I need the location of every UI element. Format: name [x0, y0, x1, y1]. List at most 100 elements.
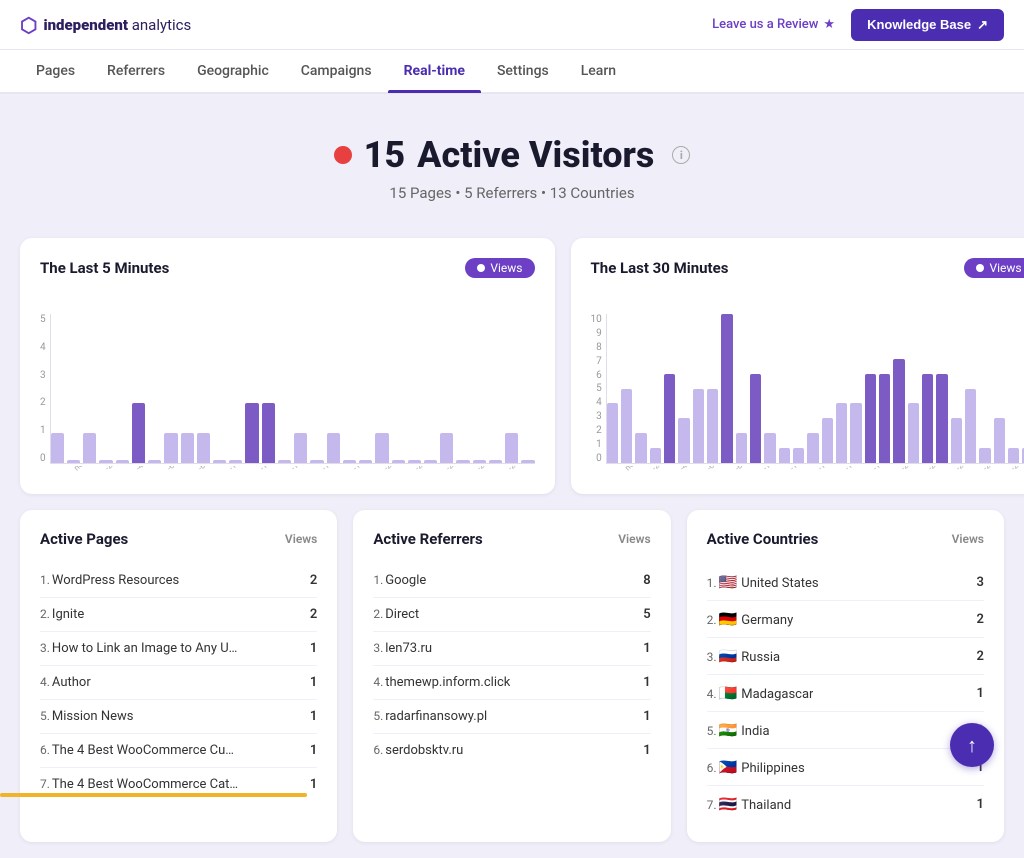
- bar: [822, 418, 833, 463]
- bar: [505, 433, 518, 463]
- active-countries-views-label: Views: [952, 532, 984, 546]
- nav-item-settings[interactable]: Settings: [481, 49, 565, 93]
- list-item-name: 3.🇷🇺Russia: [707, 647, 780, 665]
- list-item: 2.Ignite2: [40, 598, 317, 632]
- x-label: -16 min: [843, 466, 867, 472]
- list-item-name: 2.Direct: [373, 607, 419, 622]
- header: ⬡ independent analytics Leave us a Revie…: [0, 0, 1024, 50]
- bar: [51, 433, 64, 463]
- bar: [197, 433, 210, 463]
- chart-30min: The Last 30 Minutes Views 10 9 8 7 6 5 4…: [571, 238, 1024, 494]
- x-label: -120 sec: [258, 466, 284, 472]
- list-item-name: 1.WordPress Resources: [40, 573, 179, 588]
- nav-item-pages[interactable]: Pages: [20, 49, 91, 93]
- bar: [650, 448, 661, 463]
- chart-5min: The Last 5 Minutes Views 5 4 3 2 1 0 now…: [20, 238, 555, 494]
- logo: ⬡ independent analytics: [20, 13, 191, 37]
- list-item-name: 7.🇹🇭Thailand: [707, 795, 792, 813]
- nav-item-campaigns[interactable]: Campaigns: [285, 49, 388, 93]
- active-pages-header: Active Pages Views: [40, 530, 317, 548]
- bar: [1008, 448, 1019, 463]
- list-item-name: 5.🇮🇳India: [707, 721, 770, 739]
- live-dot-icon: [334, 146, 352, 164]
- list-item-name: 6.serdobsktv.ru: [373, 743, 463, 758]
- bar: [607, 403, 618, 463]
- bar-chart-5min: 5 4 3 2 1 0 now-20 sec-40 sec-60 sec-80 …: [40, 294, 535, 474]
- bar: [865, 374, 876, 463]
- bar: [116, 460, 129, 463]
- bar: [229, 460, 242, 463]
- nav-item-learn[interactable]: Learn: [565, 49, 632, 93]
- chart-5min-badge: Views: [465, 258, 534, 278]
- x-label: -6 min: [705, 466, 729, 472]
- list-item-name: 2.Ignite: [40, 607, 84, 622]
- charts-row: The Last 5 Minutes Views 5 4 3 2 1 0 now…: [0, 222, 1024, 510]
- star-icon: ★: [823, 17, 835, 32]
- bar: [936, 374, 947, 463]
- bar: [473, 460, 486, 463]
- active-countries-title: Active Countries: [707, 530, 819, 548]
- active-referrers-card: Active Referrers Views 1.Google82.Direct…: [353, 510, 670, 842]
- nav-item-geographic[interactable]: Geographic: [181, 49, 285, 93]
- bar: [408, 460, 421, 463]
- list-item-name: 1.Google: [373, 573, 426, 588]
- list-item: 6.serdobsktv.ru1: [373, 734, 650, 767]
- chart-30min-badge: Views: [964, 258, 1024, 278]
- bar: [721, 314, 732, 463]
- bar: [262, 403, 275, 463]
- active-pages-views-label: Views: [285, 532, 317, 546]
- x-label: -200 sec: [382, 466, 408, 472]
- info-icon[interactable]: i: [672, 146, 690, 164]
- bar: [908, 403, 919, 463]
- active-referrers-list: 1.Google82.Direct53.len73.ru14.themewp.i…: [373, 564, 650, 767]
- list-item: 4.Author1: [40, 666, 317, 700]
- x-label: -80 sec: [196, 466, 222, 472]
- list-item-views: 2: [297, 573, 317, 588]
- x-label: -20 sec: [103, 466, 129, 472]
- views-dot-icon-right: [976, 264, 984, 272]
- bar: [979, 448, 990, 463]
- list-item-name: 3.len73.ru: [373, 641, 432, 656]
- x-label: -24 min: [954, 466, 978, 472]
- bar: [707, 389, 718, 464]
- bar: [132, 403, 145, 463]
- list-item-views: 1: [964, 797, 984, 812]
- x-label: -26 min: [981, 466, 1005, 472]
- list-item: 1.WordPress Resources 2: [40, 564, 317, 598]
- nav-item-referrers[interactable]: Referrers: [91, 49, 181, 93]
- list-item: 5.radarfinansowy.pl1: [373, 700, 650, 734]
- list-item: 2.Direct5: [373, 598, 650, 632]
- list-item-name: 4.🇲🇬Madagascar: [707, 684, 814, 702]
- hero-subtitle: 15 Pages • 5 Referrers • 13 Countries: [20, 184, 1004, 202]
- list-item-views: 1: [631, 709, 651, 724]
- x-label: -14 min: [816, 466, 840, 472]
- x-label: -160 sec: [320, 466, 346, 472]
- logo-icon: ⬡: [20, 13, 37, 37]
- hero-section: 15 Active Visitors i 15 Pages • 5 Referr…: [0, 94, 1024, 222]
- external-link-icon: ↗: [977, 17, 988, 33]
- bar: [440, 433, 453, 463]
- knowledge-base-button[interactable]: Knowledge Base ↗: [851, 9, 1004, 41]
- x-label: -10 min: [761, 466, 785, 472]
- chart-30min-title: The Last 30 Minutes: [591, 259, 729, 277]
- list-item-views: 1: [297, 743, 317, 758]
- nav-item-realtime[interactable]: Real-time: [388, 49, 481, 93]
- bar: [521, 460, 534, 463]
- active-referrers-views-label: Views: [618, 532, 650, 546]
- header-right: Leave us a Review ★ Knowledge Base ↗: [712, 9, 1004, 41]
- bar: [489, 460, 502, 463]
- scroll-top-button[interactable]: ↑: [950, 723, 994, 767]
- bar: [850, 403, 861, 463]
- bar: [181, 433, 194, 463]
- leave-review-link[interactable]: Leave us a Review ★: [712, 17, 835, 32]
- x-label: -140 sec: [289, 466, 315, 472]
- bar: [164, 433, 177, 463]
- list-item: 5.Mission News1: [40, 700, 317, 734]
- list-item-views: 1: [631, 641, 651, 656]
- list-item-views: 8: [631, 573, 651, 588]
- bar: [693, 389, 704, 464]
- list-item: 5.🇮🇳India1: [707, 712, 984, 749]
- bar: [278, 460, 291, 463]
- active-visitors-title: 15 Active Visitors i: [20, 134, 1004, 176]
- x-label: -40 sec: [134, 466, 160, 472]
